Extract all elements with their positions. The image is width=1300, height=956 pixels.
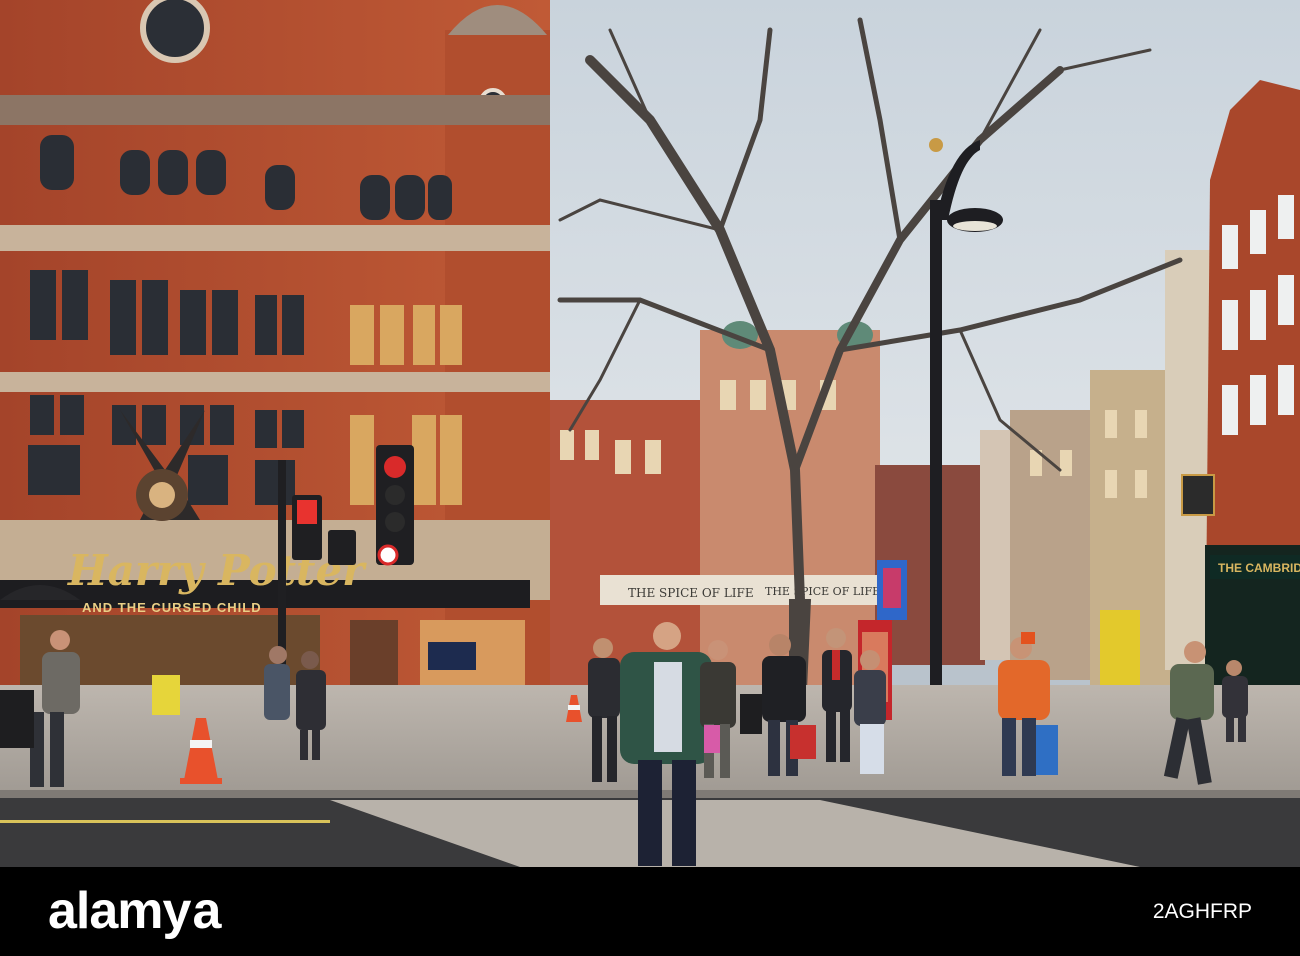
logo-text: alamy [48, 882, 191, 940]
palace-theatre: Harry Potter AND THE CURSED CHILD [0, 0, 550, 710]
street-scene: THE SPICE OF LIFE THE SPICE OF LIFE Harr… [0, 0, 1300, 867]
alamy-mark-icon: a [192, 882, 221, 940]
litter-bin-2 [740, 694, 762, 734]
pub-sign: THE CAMBRIDGE [1218, 561, 1300, 575]
image-code: 2AGHFRP [1152, 900, 1252, 923]
street-photo: THE SPICE OF LIFE THE SPICE OF LIFE Harr… [0, 0, 1300, 867]
theatre-title-sign: Harry Potter [67, 546, 367, 595]
theatre-subtitle-sign: AND THE CURSED CHILD [82, 600, 262, 615]
corner-pub-sign-left: THE SPICE OF LIFE [628, 586, 754, 600]
alamy-logo: alamya [48, 882, 221, 940]
litter-bin [0, 690, 34, 748]
yellow-sign-board [152, 675, 180, 715]
stock-footer: alamya 2AGHFRP [0, 867, 1300, 956]
corner-pub-sign-right: THE SPICE OF LIFE [765, 585, 880, 598]
